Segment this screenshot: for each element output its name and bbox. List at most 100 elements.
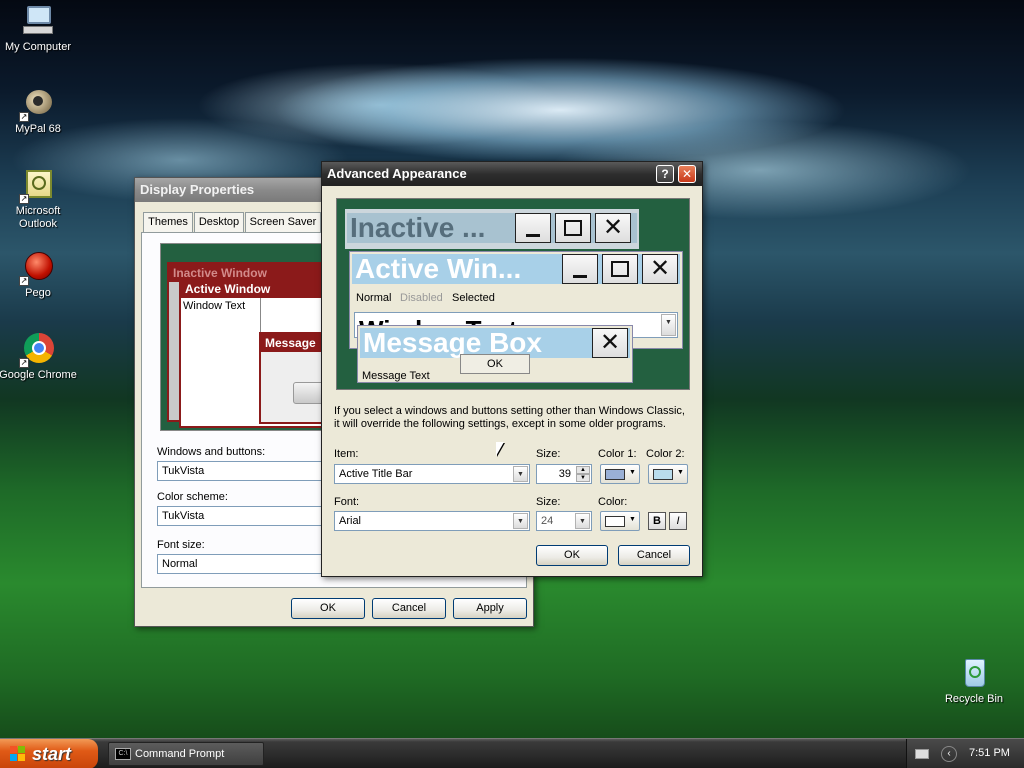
close-icon: ✕ — [595, 213, 631, 243]
item-size-label: Size: — [536, 448, 561, 460]
close-icon: ✕ — [642, 254, 678, 284]
color-swatch — [605, 469, 625, 480]
spin-up-icon[interactable]: ▲ — [576, 466, 590, 474]
chevron-down-icon: ▼ — [629, 469, 636, 476]
maximize-icon — [555, 213, 591, 243]
color-swatch — [653, 469, 673, 480]
color2-label: Color 2: — [646, 448, 685, 460]
taskbar: start C:\ Command Prompt ‹ 7:51 PM — [0, 738, 1024, 768]
tab-screen-saver[interactable]: Screen Saver — [245, 212, 321, 232]
color1-picker[interactable]: ▼ — [600, 464, 640, 484]
mypal-icon: ↗ — [19, 86, 55, 122]
font-label: Font: — [334, 496, 360, 508]
select-value: TukVista — [162, 510, 205, 522]
close-button[interactable]: ✕ — [678, 165, 696, 183]
advanced-appearance-titlebar[interactable]: Advanced Appearance ? ✕ — [322, 162, 702, 186]
clock[interactable]: 7:51 PM — [969, 747, 1010, 759]
close-icon: ✕ — [592, 328, 628, 358]
item-label: Item: — [334, 448, 359, 460]
select-value: Normal — [162, 558, 198, 570]
desktop-icon-pego[interactable]: ↗ Pego — [0, 250, 78, 300]
tab-desktop[interactable]: Desktop — [194, 212, 244, 232]
font-color-picker[interactable]: ▼ — [600, 511, 640, 531]
close-icon: ✕ — [681, 167, 693, 181]
select-value: Active Title Bar — [339, 468, 413, 480]
window-title: Display Properties — [140, 182, 255, 197]
preview-message-text: Message Text — [362, 370, 430, 382]
chevron-down-icon: ▼ — [677, 469, 684, 476]
desktop-icon-label: Pego — [25, 287, 51, 299]
spin-down-icon[interactable]: ▼ — [576, 474, 590, 482]
desktop-icon-my-computer[interactable]: My Computer — [0, 4, 78, 54]
chevron-down-icon: ▼ — [513, 513, 528, 529]
system-tray: ‹ 7:51 PM — [906, 739, 1024, 768]
window-title: Advanced Appearance — [327, 166, 467, 181]
desktop-icon-chrome[interactable]: ↗ Google Chrome — [0, 332, 78, 382]
taskbar-item-label: Command Prompt — [135, 748, 225, 760]
pego-icon: ↗ — [19, 250, 55, 286]
preview-message-box: Message Box ✕ Message Text OK — [357, 325, 633, 383]
desktop-icon-label: My Computer — [4, 41, 72, 53]
scroll-arrow-icon: ▼ — [661, 314, 676, 336]
tab-label: Themes — [148, 216, 188, 228]
tab-label: Desktop — [198, 216, 240, 228]
start-button[interactable]: start — [0, 739, 98, 768]
minimize-icon — [562, 254, 598, 284]
tab-label: Screen Saver — [249, 216, 317, 228]
preview-menu-selected: Selected — [452, 292, 495, 304]
preview-inactive-title: Inactive ... — [347, 213, 637, 243]
tab-themes[interactable]: Themes — [143, 212, 193, 232]
font-size-label: Font size: — [157, 539, 205, 551]
chevron-down-icon: ▼ — [629, 516, 636, 523]
ok-button[interactable]: OK — [291, 598, 365, 619]
select-value: TukVista — [162, 465, 205, 477]
preview-ok-button: OK — [460, 354, 530, 374]
font-size-label: Size: — [536, 496, 561, 508]
desktop-icon-mypal[interactable]: ↗ MyPal 68 — [0, 86, 78, 136]
help-icon: ? — [661, 167, 669, 181]
font-color-label: Color: — [598, 496, 628, 508]
start-label: start — [32, 744, 72, 764]
font-select[interactable]: Arial ▼ — [334, 511, 530, 531]
ok-button[interactable]: OK — [536, 545, 608, 566]
apply-button[interactable]: Apply — [453, 598, 527, 619]
windows-logo-icon — [10, 746, 26, 762]
show-hidden-icons-button[interactable]: ‹ — [941, 746, 957, 762]
taskbar-item-command-prompt[interactable]: C:\ Command Prompt — [108, 742, 264, 766]
color1-label: Color 1: — [598, 448, 637, 460]
font-size-select[interactable]: 24 ▼ — [536, 511, 592, 531]
advanced-appearance-window[interactable]: Advanced Appearance ? ✕ Inactive ... ✕ A… — [321, 161, 703, 577]
minimize-icon — [515, 213, 551, 243]
desktop-icon-label: Recycle Bin — [944, 693, 1004, 705]
color-scheme-label: Color scheme: — [157, 491, 228, 503]
appearance-preview: Inactive ... ✕ Active Win... ✕ Normal Di… — [336, 198, 690, 390]
recycle-bin-icon — [957, 656, 991, 690]
preview-menu-normal: Normal — [356, 292, 392, 304]
help-button[interactable]: ? — [656, 165, 674, 183]
select-value: 24 — [541, 515, 554, 527]
cancel-button[interactable]: Cancel — [618, 545, 690, 566]
italic-toggle[interactable]: I — [669, 512, 687, 530]
cancel-button[interactable]: Cancel — [372, 598, 446, 619]
bold-toggle[interactable]: B — [648, 512, 666, 530]
maximize-icon — [602, 254, 638, 284]
info-text-line2: it will override the following settings,… — [334, 418, 666, 430]
desktop-icon-label: Google Chrome — [0, 369, 77, 381]
item-select[interactable]: Active Title Bar ▼ — [334, 464, 530, 484]
mouse-cursor-icon — [496, 442, 504, 456]
preview-menu-disabled: Disabled — [400, 292, 443, 304]
preview-inactive-window: Inactive ... ✕ — [345, 209, 639, 249]
color2-picker[interactable]: ▼ — [648, 464, 688, 484]
windows-buttons-label: Windows and buttons: — [157, 446, 266, 458]
desktop-icon-outlook[interactable]: ↗ Microsoft Outlook — [0, 168, 78, 231]
chevron-down-icon: ▼ — [513, 466, 528, 482]
item-size-spinner[interactable]: 39 ▲ ▼ — [536, 464, 592, 484]
keyboard-icon[interactable] — [915, 749, 929, 759]
spinner-value: 39 — [558, 468, 571, 480]
desktop-icon-label: Microsoft Outlook — [15, 205, 61, 230]
chrome-icon: ↗ — [19, 332, 55, 368]
outlook-icon: ↗ — [19, 168, 55, 204]
select-value: Arial — [339, 515, 362, 527]
command-prompt-icon: C:\ — [115, 748, 131, 760]
desktop-icon-recycle-bin[interactable]: Recycle Bin — [934, 656, 1014, 706]
